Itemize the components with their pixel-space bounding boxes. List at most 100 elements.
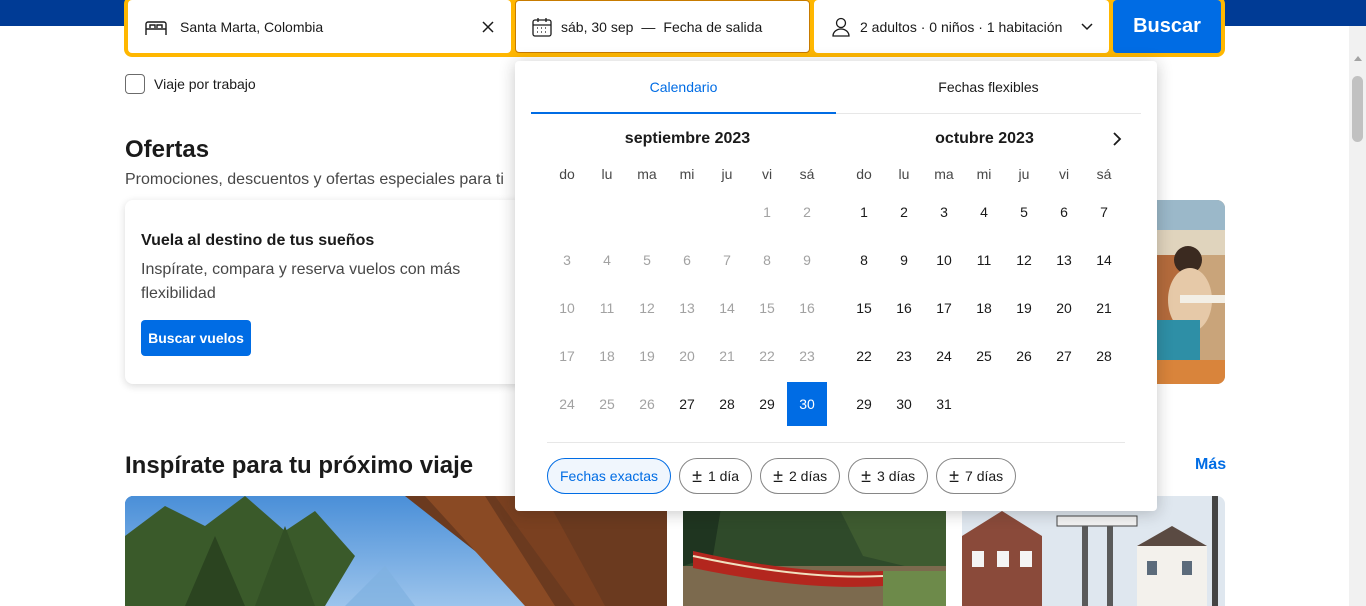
calendar-day[interactable]: 6 bbox=[1044, 190, 1084, 234]
chip-plus-minus-days[interactable]: ±3 días bbox=[848, 458, 929, 494]
calendar-day[interactable]: 10 bbox=[924, 238, 964, 282]
scrollbar-thumb[interactable] bbox=[1352, 76, 1363, 142]
calendar-day[interactable]: 15 bbox=[844, 286, 884, 330]
checkout-date[interactable]: Fecha de salida bbox=[663, 19, 762, 35]
calendar-day[interactable]: 2 bbox=[884, 190, 924, 234]
calendar-day-selected[interactable]: 30 bbox=[787, 382, 827, 426]
calendar-day[interactable]: 24 bbox=[924, 334, 964, 378]
scroll-up-icon[interactable] bbox=[1354, 56, 1362, 61]
more-link[interactable]: Más bbox=[1195, 456, 1226, 474]
month-title: septiembre 2023 bbox=[624, 130, 751, 147]
calendar-day[interactable]: 7 bbox=[1084, 190, 1124, 234]
checkin-date[interactable]: sáb, 30 sep bbox=[561, 19, 633, 35]
calendar-day[interactable]: 29 bbox=[844, 382, 884, 426]
empty-cell bbox=[667, 190, 707, 234]
calendar-day[interactable]: 20 bbox=[1044, 286, 1084, 330]
destination-field[interactable]: Santa Marta, Colombia bbox=[128, 0, 511, 53]
scrollbar[interactable] bbox=[1349, 26, 1366, 606]
tab-calendar[interactable]: Calendario bbox=[531, 61, 836, 114]
date-picker-tabs: Calendario Fechas flexibles bbox=[531, 61, 1141, 114]
calendar-day[interactable]: 27 bbox=[1044, 334, 1084, 378]
chip-plus-minus-days[interactable]: ±2 días bbox=[760, 458, 841, 494]
chip-exact-dates[interactable]: Fechas exactas bbox=[547, 458, 672, 494]
tab-flexible-dates[interactable]: Fechas flexibles bbox=[836, 61, 1141, 113]
weekday-label: ju bbox=[721, 166, 733, 182]
weekday-label: sá bbox=[1096, 166, 1112, 182]
chip-label: 3 días bbox=[877, 468, 916, 484]
clear-icon[interactable] bbox=[481, 20, 495, 34]
promo-title: Vuela al destino de tus sueños bbox=[141, 232, 375, 249]
work-trip-checkbox[interactable] bbox=[125, 74, 145, 94]
promo-image[interactable] bbox=[1150, 200, 1225, 384]
calendar-day: 6 bbox=[683, 252, 691, 268]
calendar-day[interactable]: 8 bbox=[844, 238, 884, 282]
work-trip-label: Viaje por trabajo bbox=[154, 76, 256, 92]
month-grid: do lu ma mi ju vi sá 1 2 3 4 5 6 7 8 9 10 11 12 13 14 15 16 17 1… bbox=[844, 162, 1125, 426]
guests-summary[interactable]: 2 adultos · 0 niños · 1 habitación bbox=[860, 19, 1081, 35]
weekday-label: do bbox=[559, 166, 575, 182]
calendar-day: 15 bbox=[759, 300, 775, 316]
empty-cell bbox=[547, 190, 587, 234]
calendar-day[interactable]: 9 bbox=[884, 238, 924, 282]
calendar-day: 12 bbox=[639, 300, 655, 316]
calendar-day[interactable]: 22 bbox=[844, 334, 884, 378]
calendar-day[interactable]: 11 bbox=[964, 238, 1004, 282]
calendar-day[interactable]: 25 bbox=[964, 334, 1004, 378]
chip-plus-minus-days[interactable]: ±7 días bbox=[936, 458, 1017, 494]
calendar-day[interactable]: 28 bbox=[1084, 334, 1124, 378]
divider bbox=[547, 442, 1125, 443]
chevron-down-icon[interactable] bbox=[1081, 22, 1093, 31]
calendar-day[interactable]: 19 bbox=[1004, 286, 1044, 330]
calendar-day: 17 bbox=[559, 348, 575, 364]
calendar-day: 23 bbox=[799, 348, 815, 364]
calendar-day[interactable]: 23 bbox=[884, 334, 924, 378]
search-button[interactable]: Buscar bbox=[1113, 0, 1221, 53]
calendar-day: 4 bbox=[603, 252, 611, 268]
calendar-day[interactable]: 18 bbox=[964, 286, 1004, 330]
empty-cell bbox=[627, 190, 667, 234]
calendar-day: 14 bbox=[719, 300, 735, 316]
calendar-day[interactable]: 4 bbox=[964, 190, 1004, 234]
empty-cell bbox=[707, 190, 747, 234]
chevron-right-icon bbox=[1105, 127, 1129, 151]
offers-subtitle: Promociones, descuentos y ofertas especi… bbox=[125, 171, 504, 188]
chip-label: 1 día bbox=[707, 468, 740, 484]
calendar-day[interactable]: 12 bbox=[1004, 238, 1044, 282]
calendar-day: 11 bbox=[599, 300, 615, 316]
destination-image[interactable] bbox=[962, 496, 1225, 606]
calendar-day[interactable]: 16 bbox=[884, 286, 924, 330]
calendar-day[interactable]: 3 bbox=[924, 190, 964, 234]
weekday-label: vi bbox=[761, 166, 773, 182]
calendar-day[interactable]: 21 bbox=[1084, 286, 1124, 330]
chip-plus-minus-days[interactable]: ±1 día bbox=[679, 458, 753, 494]
calendar-day[interactable]: 5 bbox=[1004, 190, 1044, 234]
next-month-button[interactable] bbox=[1105, 127, 1129, 151]
calendar-day[interactable]: 31 bbox=[924, 382, 964, 426]
calendar-day: 8 bbox=[763, 252, 771, 268]
calendar-day[interactable]: 14 bbox=[1084, 238, 1124, 282]
calendar-day: 26 bbox=[639, 396, 655, 412]
empty-cell bbox=[587, 190, 627, 234]
calendar-day: 1 bbox=[763, 204, 771, 220]
calendar-day[interactable]: 27 bbox=[667, 382, 707, 426]
destination-input[interactable]: Santa Marta, Colombia bbox=[180, 19, 481, 35]
search-flights-button[interactable]: Buscar vuelos bbox=[141, 320, 251, 356]
calendar-day[interactable]: 30 bbox=[884, 382, 924, 426]
calendar-day[interactable]: 1 bbox=[844, 190, 884, 234]
calendar-day: 9 bbox=[803, 252, 811, 268]
calendar-day[interactable]: 26 bbox=[1004, 334, 1044, 378]
destination-image[interactable] bbox=[683, 496, 946, 606]
work-trip-option[interactable]: Viaje por trabajo bbox=[125, 74, 256, 94]
calendar-day[interactable]: 29 bbox=[747, 382, 787, 426]
destination-image[interactable] bbox=[125, 496, 667, 606]
calendar-day[interactable]: 17 bbox=[924, 286, 964, 330]
calendar-day: 16 bbox=[799, 300, 815, 316]
calendar-day[interactable]: 13 bbox=[1044, 238, 1084, 282]
weekday-label: lu bbox=[898, 166, 910, 182]
weekday-label: mi bbox=[679, 166, 695, 182]
chip-label: 7 días bbox=[965, 468, 1004, 484]
guests-field[interactable]: 2 adultos · 0 niños · 1 habitación bbox=[814, 0, 1109, 53]
calendar-icon bbox=[531, 16, 553, 38]
dates-field[interactable]: sáb, 30 sep — Fecha de salida bbox=[515, 0, 810, 53]
calendar-day[interactable]: 28 bbox=[707, 382, 747, 426]
